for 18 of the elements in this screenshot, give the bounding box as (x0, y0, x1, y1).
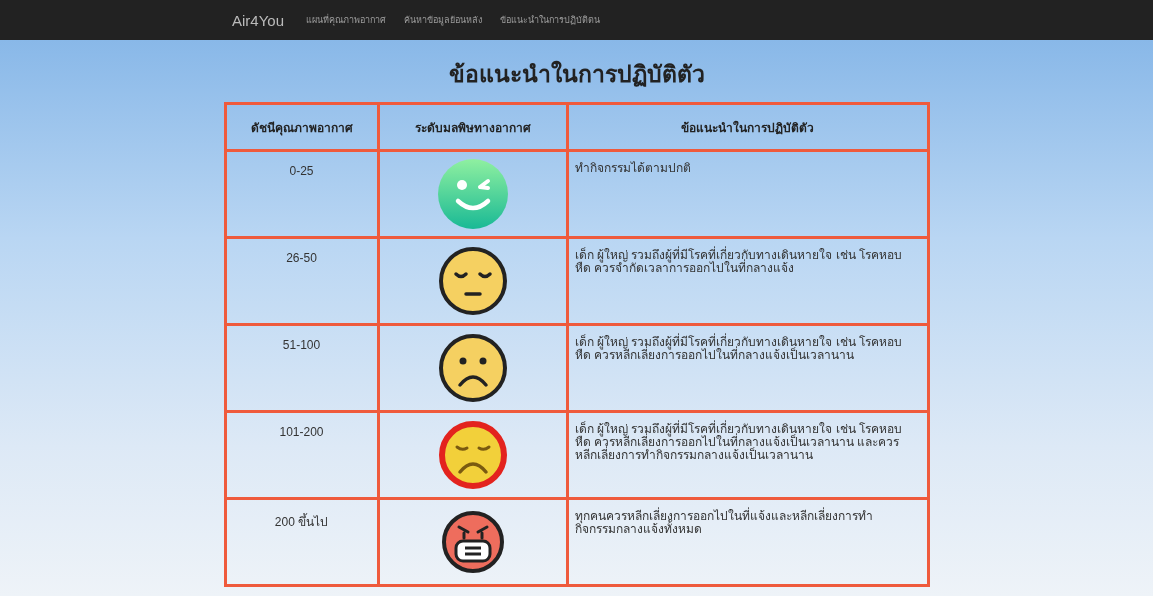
nav-link[interactable]: ค้นหาข้อมูลย้อนหลัง (404, 13, 482, 27)
advice-cell: เด็ก ผู้ใหญ่ รวมถึงผู้ที่มีโรคที่เกี่ยวกับทางเดินหายใจ เช่น โรคหอบหืด ควรจำกัดเวลาการออกไปในที่กลางแจ้ง (567, 237, 928, 325)
aqi-range-cell: 51-100 (225, 324, 378, 412)
page-title: ข้อแนะนำในการปฏิบัติตัว (448, 59, 705, 89)
aqi-range-cell: 0-25 (225, 150, 378, 238)
aqi-range-cell: 101-200 (225, 411, 378, 499)
advice-cell: เด็ก ผู้ใหญ่ รวมถึงผู้ที่มีโรคที่เกี่ยวกับทางเดินหายใจ เช่น โรคหอบหืด ควรหลีกเลี่ยงการออกไปในที่กลางแจ้งเป็นเวลานาน (567, 324, 928, 412)
aqi-range-cell: 200 ขึ้นไป (225, 498, 378, 586)
column-header: ระดับมลพิษทางอากาศ (378, 103, 567, 151)
advice-cell: เด็ก ผู้ใหญ่ รวมถึงผู้ที่มีโรคที่เกี่ยวกับทางเดินหายใจ เช่น โรคหอบหืด ควรหลีกเลี่ยงการออกไปในที่กลางแจ้งเป็นเวลานาน และควรหลีกเลี่ยงการทำกิจกรรมกลางแจ้งเป็นเวลานาน (567, 411, 928, 499)
brand-link[interactable]: Air4You (232, 11, 284, 29)
column-header: ข้อแนะนำในการปฏิบัติตัว (567, 103, 928, 151)
advice-cell: ทุกคนควรหลีกเลี่ยงการออกไปในที่แจ้งและหลีกเลี่ยงการทำกิจกรรมกลางแจ้งทั้งหมด (567, 498, 928, 586)
aqi-range-cell: 26-50 (225, 237, 378, 325)
column-header: ดัชนีคุณภาพอากาศ (225, 103, 378, 151)
advice-cell: ทำกิจกรรมได้ตามปกติ (567, 150, 928, 238)
nav-link[interactable]: แผนที่คุณภาพอากาศ (306, 13, 386, 27)
nav-link[interactable]: ข้อแนะนำในการปฏิบัติตน (500, 13, 600, 27)
